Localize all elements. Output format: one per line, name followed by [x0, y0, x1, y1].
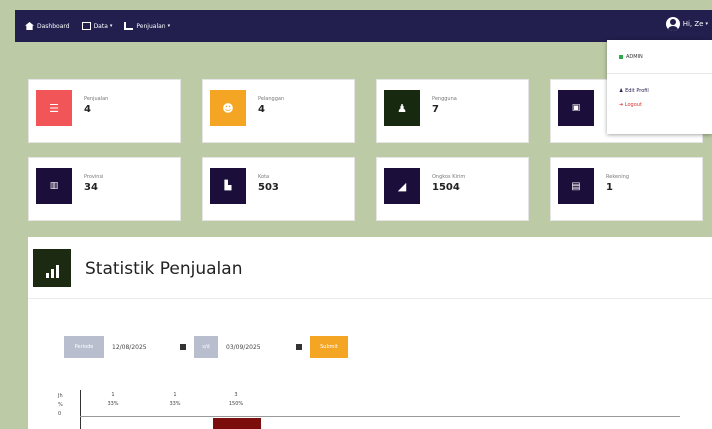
end-date-value: 03/09/2025	[226, 343, 261, 351]
column-percent: 33%	[169, 401, 181, 407]
statistik-title: Statistik Penjualan	[85, 259, 243, 279]
card-icon: ▤	[558, 168, 594, 204]
chart-baseline	[80, 416, 680, 417]
submit-button[interactable]: Submit	[310, 336, 348, 358]
card-value: 503	[258, 182, 279, 193]
city-icon: ▙	[210, 168, 246, 204]
sd-label: s/d	[194, 336, 218, 358]
start-date-value: 12/08/2025	[112, 343, 147, 351]
user-menu[interactable]: Hi, Ze ▾	[665, 17, 708, 31]
column-count: 3	[234, 392, 238, 398]
card-provinsi[interactable]: ▥ Provinsi 34	[28, 157, 181, 221]
chevron-down-icon: ▾	[167, 23, 171, 29]
chart-y-axis	[80, 390, 81, 429]
card-value: 7	[432, 104, 439, 115]
axis-label-zero: 0	[58, 411, 62, 417]
end-date-input[interactable]: 03/09/2025	[218, 336, 310, 358]
column-count: 1	[111, 392, 115, 398]
periode-label: Periode	[64, 336, 104, 358]
chart-bar	[213, 418, 261, 429]
column-percent: 150%	[228, 401, 244, 407]
divider	[607, 73, 712, 74]
user-icon: ♟	[384, 90, 420, 126]
column-count: 1	[173, 392, 177, 398]
list-icon: ☰	[36, 90, 72, 126]
nav-data-label: Data	[93, 22, 108, 30]
cart-icon	[124, 22, 134, 30]
statistik-header: Statistik Penjualan	[28, 237, 712, 299]
nav-dashboard-label: Dashboard	[37, 22, 70, 30]
date-filter: Periode 12/08/2025 s/d 03/09/2025 Submit	[64, 334, 348, 360]
edit-profil-label: Edit Profil	[625, 88, 649, 94]
card-pelanggan[interactable]: ☻ Pelanggan 4	[202, 79, 355, 143]
card-penjualan[interactable]: ☰ Penjualan 4	[28, 79, 181, 143]
card-value: 4	[84, 104, 91, 115]
card-label: Provinsi	[84, 174, 104, 180]
card-value: 1	[606, 182, 613, 193]
user-greeting: Hi, Ze	[682, 20, 704, 28]
home-icon	[25, 22, 34, 30]
card-kota[interactable]: ▙ Kota 503	[202, 157, 355, 221]
bar-chart-icon	[33, 249, 71, 287]
card-value: 34	[84, 182, 98, 193]
axis-label-pct: %	[58, 402, 63, 408]
nav-penjualan[interactable]: Penjualan ▾	[124, 22, 170, 30]
top-navbar: Dashboard Data ▾ Penjualan ▾ Hi, Ze ▾	[15, 10, 712, 42]
card-label: Rekening	[606, 174, 630, 180]
card-label: Ongkos Kirim	[432, 174, 466, 180]
card-label: Pelanggan	[258, 96, 285, 102]
card-value: 1504	[432, 182, 460, 193]
role-label: ADMIN	[619, 54, 643, 60]
edit-profil-link[interactable]: ♟ Edit Profil	[619, 88, 649, 94]
calendar-icon[interactable]	[180, 344, 186, 350]
card-label: Kota	[258, 174, 270, 180]
logout-link[interactable]: ➜ Logout	[619, 102, 642, 108]
truck-icon: ▣	[558, 90, 594, 126]
chevron-down-icon: ▾	[705, 21, 708, 27]
column-percent: 33%	[107, 401, 119, 407]
nav-dashboard[interactable]: Dashboard	[25, 22, 70, 30]
map-icon: ▥	[36, 168, 72, 204]
card-label: Penjualan	[84, 96, 109, 102]
logout-label: Logout	[624, 102, 642, 108]
nav-data[interactable]: Data ▾	[81, 22, 113, 30]
calendar-icon[interactable]	[296, 344, 302, 350]
card-pengguna[interactable]: ♟ Pengguna 7	[376, 79, 529, 143]
statistik-panel: Statistik Penjualan Periode 12/08/2025 s…	[28, 237, 712, 429]
card-label: Pengguna	[432, 96, 457, 102]
card-ongkos-kirim[interactable]: ◢ Ongkos Kirim 1504	[376, 157, 529, 221]
nav-penjualan-label: Penjualan	[136, 22, 166, 30]
user-dropdown: ADMIN ♟ Edit Profil ➜ Logout	[607, 40, 712, 134]
users-icon: ☻	[210, 90, 246, 126]
chevron-down-icon: ▾	[109, 23, 113, 29]
grid-icon	[81, 22, 91, 30]
card-value: 4	[258, 104, 265, 115]
start-date-input[interactable]: 12/08/2025	[104, 336, 194, 358]
send-icon: ◢	[384, 168, 420, 204]
axis-label-jh: Jh	[58, 393, 63, 399]
card-rekening[interactable]: ▤ Rekening 1	[550, 157, 703, 221]
avatar	[665, 17, 680, 31]
